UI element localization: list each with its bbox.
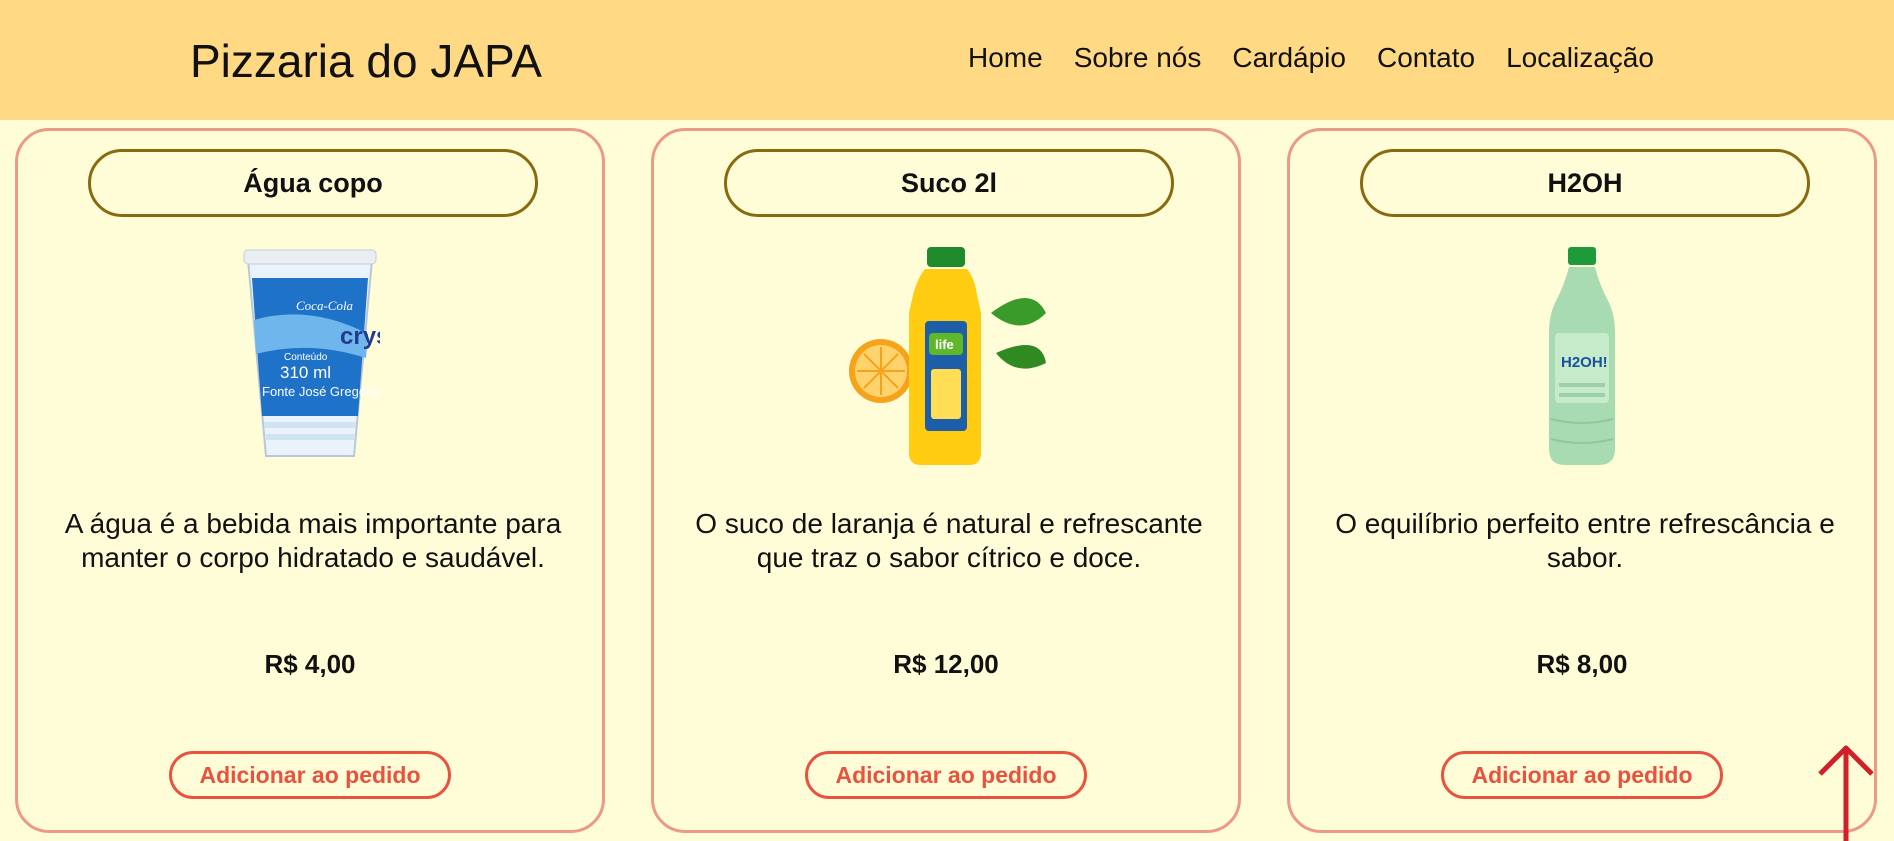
product-card: H2OH H2OH! O equilíbrio perfeito entre r…: [1287, 128, 1877, 833]
cup-crys-label: crys: [340, 323, 380, 350]
product-title: Suco 2l: [724, 149, 1174, 217]
add-to-order-button[interactable]: Adicionar ao pedido: [1441, 751, 1723, 799]
add-to-order-button[interactable]: Adicionar ao pedido: [805, 751, 1087, 799]
nav-about[interactable]: Sobre nós: [1074, 42, 1202, 74]
nav-contact[interactable]: Contato: [1377, 42, 1475, 74]
nav-location[interactable]: Localização: [1506, 42, 1654, 74]
product-description: A água é a bebida mais importante para m…: [64, 508, 562, 573]
main-nav: Home Sobre nós Cardápio Contato Localiza…: [968, 42, 1654, 74]
h2oh-brand-label: H2OH!: [1561, 354, 1608, 371]
product-card: Suco 2l life O suco de laranja é natural…: [651, 128, 1241, 833]
cup-source-label: Fonte José Gregório: [262, 384, 380, 399]
nav-home[interactable]: Home: [968, 42, 1043, 74]
orange-juice-bottle-image: life: [654, 243, 1238, 473]
site-header: Pizzaria do JAPA Home Sobre nós Cardápio…: [0, 0, 1894, 120]
product-price: R$ 12,00: [893, 649, 999, 679]
product-description: O equilíbrio perfeito entre refrescância…: [1335, 508, 1835, 573]
arrow-up-icon: [1818, 745, 1874, 841]
cup-content-label: Conteúdo: [284, 352, 328, 363]
brand-title[interactable]: Pizzaria do JAPA: [190, 34, 542, 88]
cup-volume-label: 310 ml: [280, 363, 331, 382]
product-price: R$ 8,00: [1536, 649, 1628, 679]
juice-brand-label: life: [935, 337, 954, 352]
water-cup-image: Coca-Cola crys Conteúdo 310 ml Fonte Jos…: [18, 243, 602, 473]
scroll-top-button[interactable]: [1816, 740, 1876, 841]
product-price: R$ 4,00: [264, 649, 356, 679]
product-title: Água copo: [88, 149, 538, 217]
product-card: Água copo Coca-Cola crys Conteúdo 310 ml…: [15, 128, 605, 833]
nav-menu[interactable]: Cardápio: [1232, 42, 1346, 74]
add-to-order-button[interactable]: Adicionar ao pedido: [169, 751, 451, 799]
product-title: H2OH: [1360, 149, 1810, 217]
product-description: O suco de laranja é natural e refrescant…: [695, 508, 1203, 573]
h2oh-bottle-image: H2OH!: [1290, 243, 1874, 473]
cup-brand-label: Coca-Cola: [296, 298, 354, 313]
